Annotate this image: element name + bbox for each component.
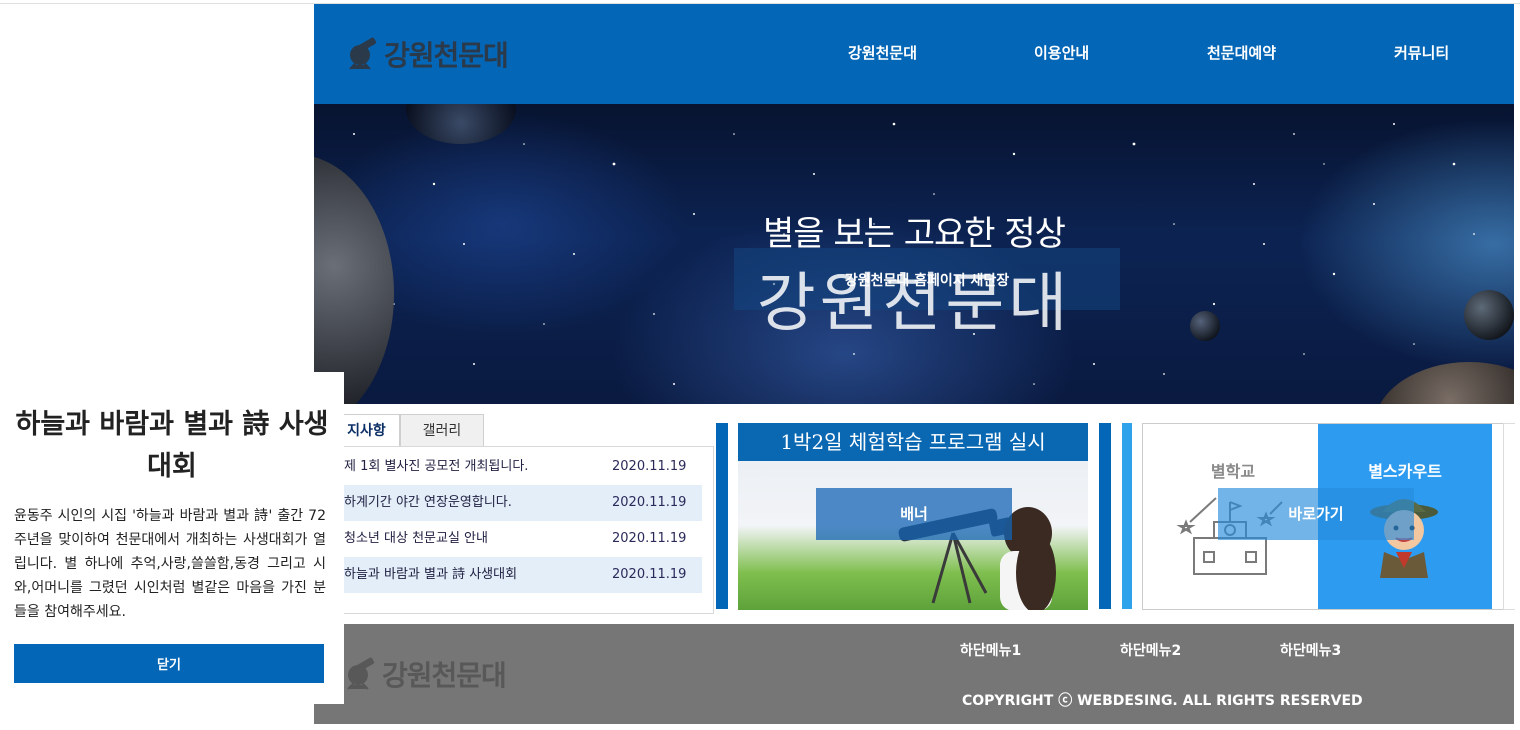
slider-next-edge[interactable] bbox=[1099, 423, 1111, 609]
copyright-text: COPYRIGHT ⓒ WEBDESING. ALL RIGHTS RESERV… bbox=[962, 693, 1363, 709]
site-footer: 강원천문대 하단메뉴1 하단메뉴2 하단메뉴3 COPYRIGHT ⓒ WEBD… bbox=[314, 624, 1514, 724]
notice-date: 2020.11.19 bbox=[612, 495, 687, 510]
footer-logo[interactable]: 강원천문대 bbox=[344, 654, 507, 694]
slider-right-edge bbox=[1503, 423, 1515, 610]
event-popup: 하늘과 바람과 별과 詩 사생대회 윤동주 시인의 시집 '하늘과 바람과 별과… bbox=[0, 372, 344, 704]
notice-title: 제 1회 별사진 공모전 개최됩니다. bbox=[344, 459, 529, 474]
list-item[interactable]: 하늘과 바람과 별과 詩 사생대회 2020.11.19 bbox=[314, 557, 702, 593]
planet-image bbox=[1190, 311, 1220, 341]
nav-item-observatory[interactable]: 강원천문대 bbox=[848, 42, 917, 63]
notice-date: 2020.11.19 bbox=[612, 459, 687, 474]
nav-item-reservation[interactable]: 천문대예약 bbox=[1207, 42, 1276, 63]
close-button[interactable]: 닫기 bbox=[14, 644, 324, 683]
main-nav: 강원천문대 이용안내 천문대예약 커뮤니티 bbox=[314, 42, 1514, 68]
notice-title: 하늘과 바람과 별과 詩 사생대회 bbox=[344, 567, 518, 582]
telescope-icon bbox=[347, 657, 375, 690]
program-banner[interactable]: 1박2일 체험학습 프로그램 실시 배너 bbox=[738, 423, 1088, 610]
footer-menu-item-2[interactable]: 하단메뉴2 bbox=[1120, 640, 1181, 660]
list-item[interactable]: 제 1회 별사진 공모전 개최됩니다. 2020.11.19 bbox=[314, 449, 702, 485]
popup-title: 하늘과 바람과 별과 詩 사생대회 bbox=[15, 409, 329, 482]
hero-banner-text[interactable]: 강원천문대 홈페이지 새단장 bbox=[734, 270, 1120, 290]
hero-title: 강원천문대 bbox=[756, 267, 1072, 341]
nav-item-guide[interactable]: 이용안내 bbox=[1034, 42, 1089, 63]
footer-menu-item-1[interactable]: 하단메뉴1 bbox=[960, 640, 1021, 660]
list-item[interactable]: 하계기간 야간 연장운영합니다. 2020.11.19 bbox=[314, 485, 702, 521]
go-button[interactable]: 바로가기 bbox=[1218, 488, 1414, 540]
site-header: 강원천문대 강원천문대 이용안내 천문대예약 커뮤니티 bbox=[314, 4, 1514, 104]
popup-body: 윤동주 시인의 시집 '하늘과 바람과 별과 詩' 출간 72주년을 맞이하여 … bbox=[14, 508, 326, 620]
star-school-label: 별학교 bbox=[1210, 462, 1256, 481]
list-item[interactable]: 청소년 대상 천문교실 안내 2020.11.19 bbox=[314, 521, 702, 557]
tab-gallery[interactable]: 갤러리 bbox=[400, 414, 484, 446]
panel-strip bbox=[1122, 423, 1132, 609]
footer-menu-item-3[interactable]: 하단메뉴3 bbox=[1280, 640, 1341, 660]
planet-image bbox=[1464, 290, 1514, 340]
notice-date: 2020.11.19 bbox=[612, 531, 687, 546]
footer-logo-text: 강원천문대 bbox=[382, 659, 507, 692]
hero-banner: 별을 보는 고요한 정상 강원천문대 강원천문대 홈페이지 새단장 bbox=[314, 104, 1514, 404]
slider-prev-edge[interactable] bbox=[716, 423, 728, 609]
star-scout-label: 별스카우트 bbox=[1368, 462, 1442, 481]
nav-item-community[interactable]: 커뮤니티 bbox=[1394, 42, 1449, 63]
notice-title: 청소년 대상 천문교실 안내 bbox=[344, 531, 488, 546]
notice-list: 제 1회 별사진 공모전 개최됩니다. 2020.11.19 하계기간 야간 연… bbox=[314, 446, 714, 614]
notice-date: 2020.11.19 bbox=[612, 567, 687, 582]
notice-title: 하계기간 야간 연장운영합니다. bbox=[344, 495, 512, 510]
banner-label: 배너 bbox=[816, 488, 1012, 540]
